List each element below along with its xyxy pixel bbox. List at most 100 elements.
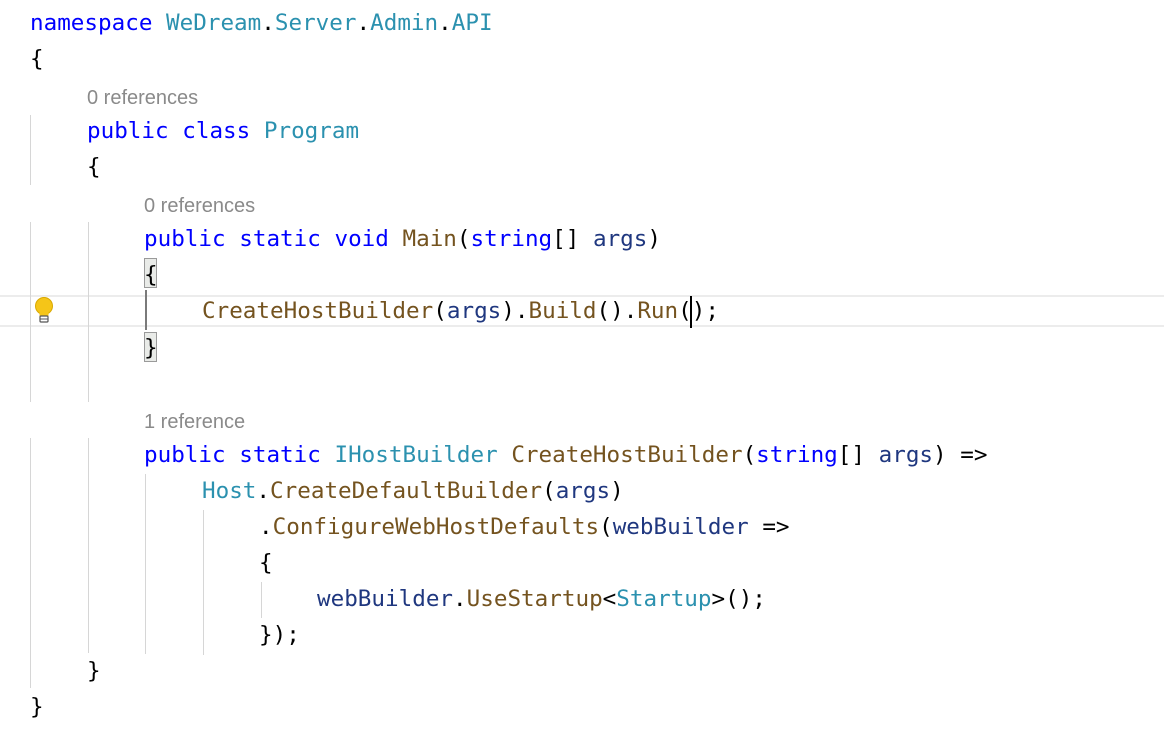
code-token: }: [30, 694, 44, 720]
code-token: UseStartup: [466, 586, 603, 612]
code-line[interactable]: Host.CreateDefaultBuilder(args): [202, 473, 624, 509]
code-line[interactable]: namespace WeDream.Server.Admin.API: [30, 5, 493, 41]
code-token: []: [552, 226, 593, 252]
code-token: (: [742, 442, 757, 468]
code-token: API: [451, 10, 493, 36]
code-token: (: [542, 478, 556, 504]
code-line[interactable]: public static IHostBuilder CreateHostBui…: [144, 437, 987, 473]
code-line[interactable]: public static void Main(string[] args): [144, 221, 661, 257]
code-token: }: [144, 335, 158, 361]
code-token: .: [261, 10, 275, 36]
code-token: ) =>: [933, 442, 988, 468]
code-token: ): [647, 226, 661, 252]
code-line[interactable]: });: [259, 617, 300, 653]
code-line[interactable]: {: [144, 257, 158, 293]
indent-guide: [88, 438, 89, 653]
indent-guide-active: [145, 290, 147, 330]
code-token: {: [259, 550, 273, 576]
code-token: .: [256, 478, 271, 504]
code-token: .: [259, 514, 273, 540]
code-line[interactable]: {: [87, 149, 101, 185]
indent-guide: [261, 582, 262, 618]
code-token: }: [87, 658, 101, 684]
code-line[interactable]: {: [259, 545, 273, 581]
code-token: Build: [528, 298, 597, 324]
code-token: (: [456, 226, 471, 252]
code-token: .: [453, 586, 467, 612]
code-token: .: [356, 10, 371, 36]
code-token: Startup: [616, 586, 712, 612]
indent-guide: [88, 222, 89, 402]
code-line[interactable]: }: [87, 653, 101, 689]
code-token: public: [144, 226, 226, 252]
code-token: Host: [202, 478, 257, 504]
code-token: Program: [263, 118, 360, 144]
indent-guide: [30, 115, 31, 185]
code-token: (: [433, 298, 447, 324]
code-token: Admin: [370, 10, 439, 36]
code-token: args: [878, 442, 934, 468]
code-token: (: [599, 514, 613, 540]
code-token: {: [30, 46, 44, 72]
code-lens-references[interactable]: 0 references: [144, 194, 255, 218]
code-token: >();: [711, 586, 766, 612]
code-token: .: [438, 10, 452, 36]
code-token: });: [259, 622, 300, 648]
code-token: {: [87, 154, 101, 180]
indent-guide: [203, 510, 204, 655]
code-token: CreateDefaultBuilder: [270, 478, 543, 504]
text-caret: [690, 296, 692, 328]
code-token: Server: [274, 10, 357, 36]
code-lens-references[interactable]: 0 references: [87, 86, 198, 110]
code-token: string: [470, 226, 553, 252]
code-token: static: [239, 226, 321, 252]
code-token: args: [555, 478, 611, 504]
code-token: public: [144, 442, 226, 468]
code-line[interactable]: CreateHostBuilder(args).Build().Run();: [202, 293, 719, 329]
code-token: namespace: [30, 10, 153, 36]
indent-guide: [30, 438, 31, 688]
lightbulb-icon[interactable]: [33, 296, 55, 326]
code-line[interactable]: public class Program: [87, 113, 359, 149]
code-token: {: [144, 262, 158, 288]
code-token: Run: [637, 298, 679, 324]
code-line[interactable]: webBuilder.UseStartup<Startup>();: [317, 581, 766, 617]
code-line[interactable]: {: [30, 41, 44, 77]
code-token: WeDream: [166, 10, 262, 36]
code-token: static: [239, 442, 321, 468]
code-lens-references[interactable]: 1 reference: [144, 410, 245, 434]
code-token: =>: [748, 514, 790, 540]
code-line[interactable]: }: [144, 330, 158, 366]
code-token: IHostBuilder: [334, 442, 498, 468]
code-token: ();: [678, 298, 719, 324]
code-token: Main: [402, 226, 457, 252]
code-token: ().: [596, 298, 638, 324]
code-token: ): [610, 478, 624, 504]
code-token: ).: [501, 298, 529, 324]
code-token: <: [602, 586, 617, 612]
code-token: ConfigureWebHostDefaults: [272, 514, 600, 540]
code-token: webBuilder: [612, 514, 749, 540]
code-token: args: [446, 298, 502, 324]
indent-guide: [145, 474, 146, 654]
code-token: class: [182, 118, 251, 144]
code-line[interactable]: .ConfigureWebHostDefaults(webBuilder =>: [259, 509, 790, 545]
code-token: CreateHostBuilder: [511, 442, 743, 468]
code-token: void: [334, 226, 389, 252]
code-editor[interactable]: 0 references 0 references 1 reference na…: [0, 0, 1164, 738]
code-token: args: [592, 226, 648, 252]
indent-guide: [30, 222, 31, 402]
code-line[interactable]: }: [30, 689, 44, 725]
code-token: CreateHostBuilder: [202, 298, 434, 324]
code-token: string: [756, 442, 838, 468]
code-token: public: [87, 118, 169, 144]
code-token: webBuilder: [317, 586, 454, 612]
